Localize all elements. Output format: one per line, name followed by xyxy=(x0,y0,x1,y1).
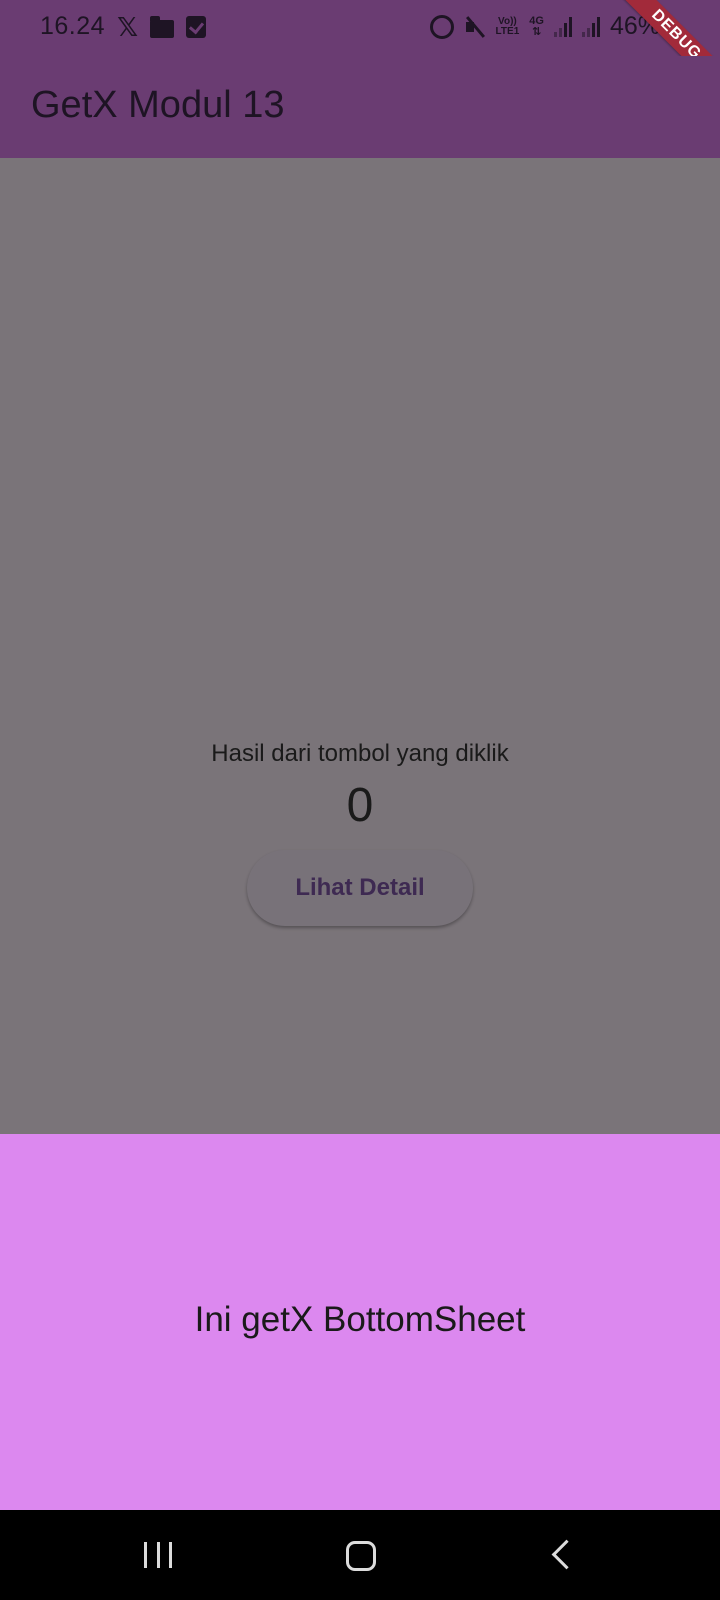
back-button[interactable] xyxy=(532,1532,592,1578)
volte-indicator: Vo)) LTE1 xyxy=(495,15,520,37)
folder-icon xyxy=(150,15,175,38)
page-title: GetX Modul 13 xyxy=(31,84,285,126)
navigation-bar xyxy=(0,1510,720,1600)
signal-icon xyxy=(581,16,600,37)
app-bar: GetX Modul 13 xyxy=(0,56,720,158)
counter-value: 0 xyxy=(346,779,374,832)
status-time: 16.24 xyxy=(40,12,106,40)
network-type: 4G xyxy=(529,14,544,27)
bottom-sheet-text: Ini getX BottomSheet xyxy=(194,1300,526,1339)
task-check-icon xyxy=(186,15,207,38)
recents-icon xyxy=(144,1542,172,1568)
network-indicator: 4G ⇅ xyxy=(529,14,544,38)
main-content[interactable]: Hasil dari tombol yang diklik 0 Lihat De… xyxy=(0,158,720,1134)
status-right: Vo)) LTE1 4G ⇅ 46% xyxy=(429,12,660,41)
alarm-icon xyxy=(429,14,454,39)
status-left: 16.24 𝕏 xyxy=(40,11,207,42)
result-label: Hasil dari tombol yang diklik xyxy=(211,740,509,767)
bottom-sheet[interactable]: Ini getX BottomSheet xyxy=(0,1134,720,1510)
x-app-icon: 𝕏 xyxy=(117,11,139,42)
network-arrows-icon: ⇅ xyxy=(532,25,542,38)
signal-icon xyxy=(553,16,572,37)
recents-button[interactable] xyxy=(128,1532,188,1578)
volte-label-bottom: LTE1 xyxy=(495,25,520,37)
back-icon xyxy=(551,1539,582,1570)
view-detail-button[interactable]: Lihat Detail xyxy=(247,850,473,926)
home-icon xyxy=(346,1541,376,1571)
home-button[interactable] xyxy=(330,1532,390,1578)
mute-icon xyxy=(464,16,486,38)
status-bar: 16.24 𝕏 Vo)) LTE1 4G ⇅ 46% xyxy=(0,0,720,56)
volte-label-top: Vo)) xyxy=(498,15,517,27)
